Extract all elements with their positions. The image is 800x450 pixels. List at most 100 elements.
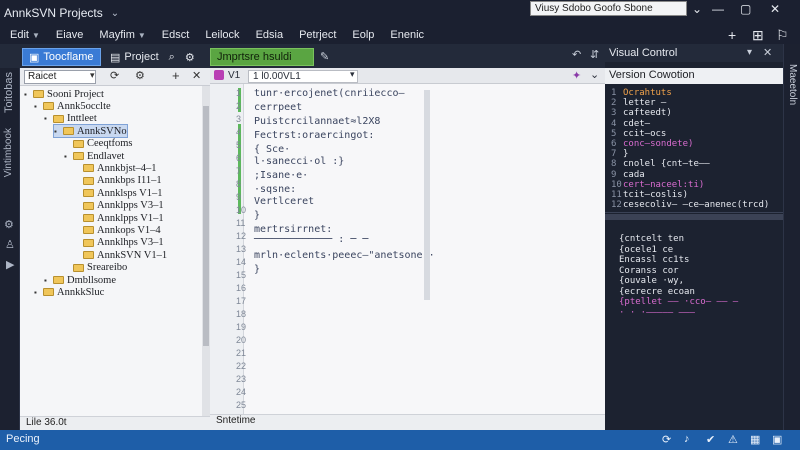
tab-project[interactable]: ▤ Project ⌕ ⚙ [104,48,201,66]
code-line[interactable]: {ocele1 ce [619,245,673,255]
layout-icon[interactable]: ⊞ [752,27,764,44]
tree-item[interactable]: ▪ Annk5occlte [34,100,111,112]
pin-icon[interactable]: ✎ [320,50,329,63]
rail-item[interactable]: Maeetoln [787,64,798,105]
expand-icon[interactable]: ▪ [34,102,40,111]
rail-item[interactable]: Vintimbook [3,128,14,177]
close-icon[interactable]: ✕ [192,69,201,82]
tree-item[interactable]: AnnkSVN V1–1 [74,249,167,261]
code-line[interactable]: cesecoliv– –ce–anenec(trcd) [623,200,769,210]
tree-item[interactable]: Annklpps V1–1 [74,212,164,224]
code-line[interactable]: Ocrahtuts [623,88,672,98]
search-dropdown-icon[interactable]: ⌄ [692,2,702,16]
code-line[interactable]: tunr·ercojenet(cnriiecco– [254,88,405,99]
chevron-down-icon[interactable]: ▾ [350,69,355,80]
code-line[interactable]: letter – [623,98,666,108]
code-line[interactable]: mrln·eclents·peeec–"anetsone"· [254,250,435,261]
user-icon[interactable]: ♙ [5,238,15,251]
tree-item[interactable]: Sreareibo [64,262,127,274]
sync-icon[interactable]: ⟳ [662,433,671,446]
warning-icon[interactable]: ⚠ [728,433,738,446]
code-line[interactable]: {ptellet —– ·cco– —– – [619,297,738,307]
code-line[interactable]: cada [623,170,645,180]
split-icon[interactable]: ⇵ [590,48,599,61]
code-line[interactable]: Encassl cc1ts [619,255,689,265]
minimize-button[interactable]: — [712,2,724,16]
add-icon[interactable]: + [172,68,180,83]
check-icon[interactable]: ✔ [706,433,715,446]
menu-item[interactable]: Leilock [205,29,239,41]
menu-item[interactable]: Enenic [390,29,424,41]
menu-item[interactable]: Edsia [256,29,284,41]
code-line[interactable]: ccit–ocs [623,129,666,139]
editor-scrollbar[interactable] [424,90,430,300]
search-icon[interactable]: ⌕ [169,51,175,64]
code-line[interactable]: {ouvale ·wy, [619,276,684,286]
grid-icon[interactable]: ▦ [750,433,760,446]
menu-item[interactable]: Eiave [56,29,84,41]
pin-icon[interactable]: ✦ [572,69,581,82]
editor-tab[interactable]: V1 [228,70,240,81]
menu-item[interactable]: Mayfim ▼ [99,29,145,41]
code-line[interactable]: cdet– [623,119,650,129]
code-line[interactable]: } [254,264,260,275]
tree-item[interactable]: ▪ AnnkSVNo [53,124,128,139]
tree-item[interactable]: Annklhps V3–1 [74,237,164,249]
settings-icon[interactable]: ⚙ [135,69,145,82]
layout-icon[interactable]: ▣ [772,433,782,446]
play-icon[interactable]: ▶ [6,258,14,271]
code-line[interactable]: cert–naceel:ti) [623,180,704,190]
tree-item[interactable]: Annklpps V3–1 [74,200,164,212]
code-line[interactable]: ;Isane·e· [254,170,308,181]
maximize-button[interactable]: ▢ [740,2,751,16]
tree-item[interactable]: Annkbps I11–1 [74,175,162,187]
explorer-scrollbar[interactable] [202,86,210,416]
code-line[interactable]: } [254,210,260,221]
tree-item[interactable]: Annkops V1–4 [74,224,161,236]
chevron-down-icon[interactable]: ▾ [747,47,752,58]
panel-subtitle[interactable]: Version Cowotion [605,68,783,84]
expand-icon[interactable]: ▪ [44,276,50,285]
flag-icon[interactable]: ⚐ [776,27,789,44]
expand-icon[interactable]: ▪ [64,152,70,161]
close-icon[interactable]: ✕ [763,46,772,59]
menu-edit[interactable]: Edit ▼ [10,29,40,41]
search-input[interactable]: Viusy Sdobo Goofo Sbone [530,1,687,16]
bell-icon[interactable]: ♪ [684,433,690,445]
title-dropdown-icon[interactable]: ⌄ [111,8,119,19]
explorer-filter-input[interactable]: Raicet [24,70,96,84]
tree-item[interactable]: ▪ Dmbllsome [44,274,116,286]
tab-highlight[interactable]: Jmprtsre hsuldi [210,48,314,66]
code-line[interactable]: conc–sondete) [623,139,693,149]
code-line[interactable]: Coranss cor [619,266,679,276]
code-line[interactable]: l·sanecci·ol :} [254,156,344,167]
tree-item[interactable]: ▪ Sooni Project [24,88,104,100]
tree-item[interactable]: ▪ Inttleet [44,113,97,125]
tree-item[interactable]: Annklsps V1–1 [74,187,162,199]
tree-item[interactable]: ▪ Endlavet [64,150,124,162]
refresh-icon[interactable]: ⟳ [110,69,119,82]
settings-icon[interactable]: ⚙ [185,51,195,64]
close-button[interactable]: ✕ [770,2,780,16]
rail-toolbox[interactable]: Toitobas [3,72,15,113]
panel-scrollbar[interactable] [605,214,783,220]
gear-icon[interactable]: ⚙ [4,218,14,231]
code-line[interactable]: tcit–coslis) [623,190,688,200]
tree-item[interactable]: Ceeqtfoms [64,138,133,150]
expand-icon[interactable]: ▪ [34,288,40,297]
tab-solution[interactable]: ▣ Toocflame [22,48,101,66]
code-line[interactable]: cerrpeet [254,102,302,113]
add-icon[interactable]: + [728,27,736,43]
chevron-down-icon[interactable]: ▾ [90,70,95,81]
code-line[interactable]: { Sce· [254,144,290,155]
tree-item[interactable]: Annkbjst–4–1 [74,162,157,174]
menu-item[interactable]: Edsct [162,29,190,41]
scrollbar-thumb[interactable] [203,106,209,346]
code-line[interactable]: · · ·————— ——— [619,308,695,318]
code-line[interactable]: {ecrecre ecoan [619,287,695,297]
code-line[interactable]: Puistcrcilannaet≈l2X8 [254,116,380,127]
back-icon[interactable]: ↶ [572,48,581,61]
expand-icon[interactable]: ▪ [54,127,60,136]
code-line[interactable]: } [623,149,628,159]
editor-file-selector[interactable]: 1 l0.00VL1 [248,70,358,83]
